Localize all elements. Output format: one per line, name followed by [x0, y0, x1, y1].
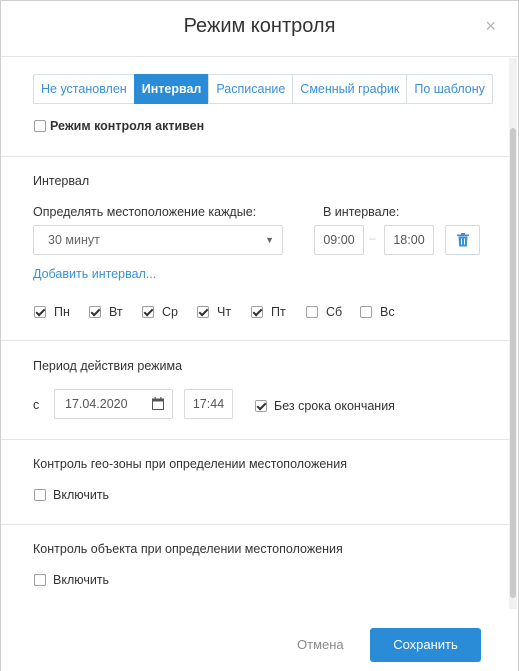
mode-section: Не установлен Интервал Расписание Сменны… [1, 58, 509, 157]
day-sun-label: Вс [380, 305, 395, 319]
day-sat[interactable]: Сб [306, 305, 342, 319]
no-end-row: Без срока окончания [255, 399, 395, 413]
mode-active-label: Режим контроля активен [50, 119, 205, 133]
mode-active-checkbox[interactable] [34, 120, 46, 132]
period-section: Период действия режима с 17.04.2020 17:4… [1, 342, 509, 440]
object-control-enable-label: Включить [53, 573, 110, 587]
no-end-label: Без срока окончания [274, 399, 395, 413]
interval-to-input[interactable]: 18:00 [384, 225, 434, 255]
day-sun[interactable]: Вс [360, 305, 395, 319]
geozone-title: Контроль гео-зоны при определении местоп… [33, 457, 347, 471]
interval-section: Интервал Определять местоположение кажды… [1, 158, 509, 341]
tab-template[interactable]: По шаблону [406, 74, 493, 104]
interval-from-input[interactable]: 09:00 [314, 225, 364, 255]
day-wed-checkbox[interactable] [142, 306, 154, 318]
geozone-enable-label: Включить [53, 488, 110, 502]
object-control-enable-checkbox[interactable] [34, 574, 46, 586]
close-icon[interactable]: × [485, 16, 496, 37]
dialog-header: Режим контроля × [1, 1, 518, 57]
calendar-icon [152, 397, 164, 410]
day-tue[interactable]: Вт [89, 305, 123, 319]
period-title: Период действия режима [33, 359, 183, 373]
geozone-enable-row: Включить [34, 488, 109, 502]
scrollbar[interactable] [509, 58, 517, 609]
geozone-section: Контроль гео-зоны при определении местоп… [1, 441, 509, 525]
dialog-title: Режим контроля [183, 15, 336, 37]
day-thu[interactable]: Чт [197, 305, 231, 319]
cancel-button[interactable]: Отмена [297, 637, 344, 652]
chevron-down-icon: ▼ [265, 235, 274, 245]
save-button[interactable]: Сохранить [370, 628, 481, 662]
day-wed-label: Ср [162, 305, 178, 319]
day-mon[interactable]: Пн [34, 305, 70, 319]
dialog-footer: Отмена Сохранить [1, 609, 518, 671]
period-from-label: с [33, 398, 40, 412]
object-control-title: Контроль объекта при определении местопо… [33, 542, 343, 556]
dialog-body: Не установлен Интервал Расписание Сменны… [1, 58, 509, 609]
period-date-input[interactable]: 17.04.2020 [54, 389, 173, 419]
geozone-enable-checkbox[interactable] [34, 489, 46, 501]
day-thu-label: Чт [217, 305, 232, 319]
add-interval-link[interactable]: Добавить интервал... [33, 267, 156, 281]
tab-not-set[interactable]: Не установлен [33, 74, 135, 104]
tab-schedule[interactable]: Расписание [208, 74, 294, 104]
day-tue-checkbox[interactable] [89, 306, 101, 318]
day-mon-checkbox[interactable] [34, 306, 46, 318]
day-tue-label: Вт [109, 305, 123, 319]
day-fri-checkbox[interactable] [251, 306, 263, 318]
delete-interval-button[interactable] [445, 225, 480, 255]
mode-active-row: Режим контроля активен [34, 119, 204, 133]
period-time-input[interactable]: 17:44 [184, 389, 233, 419]
every-label: Определять местоположение каждые: [33, 205, 257, 219]
day-fri[interactable]: Пт [251, 305, 286, 319]
mode-tabs: Не установлен Интервал Расписание Сменны… [33, 74, 493, 104]
control-mode-dialog: Режим контроля × Не установлен Интервал … [0, 0, 519, 671]
every-select-value: 30 минут [48, 233, 100, 247]
no-end-checkbox[interactable] [255, 400, 267, 412]
tab-shift-schedule[interactable]: Сменный график [292, 74, 408, 104]
tab-interval[interactable]: Интервал [133, 74, 210, 104]
day-wed[interactable]: Ср [142, 305, 178, 319]
every-select[interactable]: 30 минут ▼ [33, 225, 283, 255]
range-dash: – [369, 231, 376, 245]
interval-title: Интервал [33, 174, 90, 188]
day-thu-checkbox[interactable] [197, 306, 209, 318]
object-control-section: Контроль объекта при определении местопо… [1, 526, 509, 609]
scrollbar-thumb[interactable] [510, 128, 516, 598]
period-date-value: 17.04.2020 [65, 397, 128, 411]
weekday-row: Пн Вт Ср Чт Пт Сб Вс [34, 305, 414, 319]
day-sat-checkbox[interactable] [306, 306, 318, 318]
day-sun-checkbox[interactable] [360, 306, 372, 318]
day-mon-label: Пн [54, 305, 70, 319]
day-fri-label: Пт [271, 305, 286, 319]
day-sat-label: Сб [326, 305, 343, 319]
object-control-enable-row: Включить [34, 573, 109, 587]
range-label: В интервале: [323, 205, 400, 219]
trash-icon [457, 233, 469, 247]
